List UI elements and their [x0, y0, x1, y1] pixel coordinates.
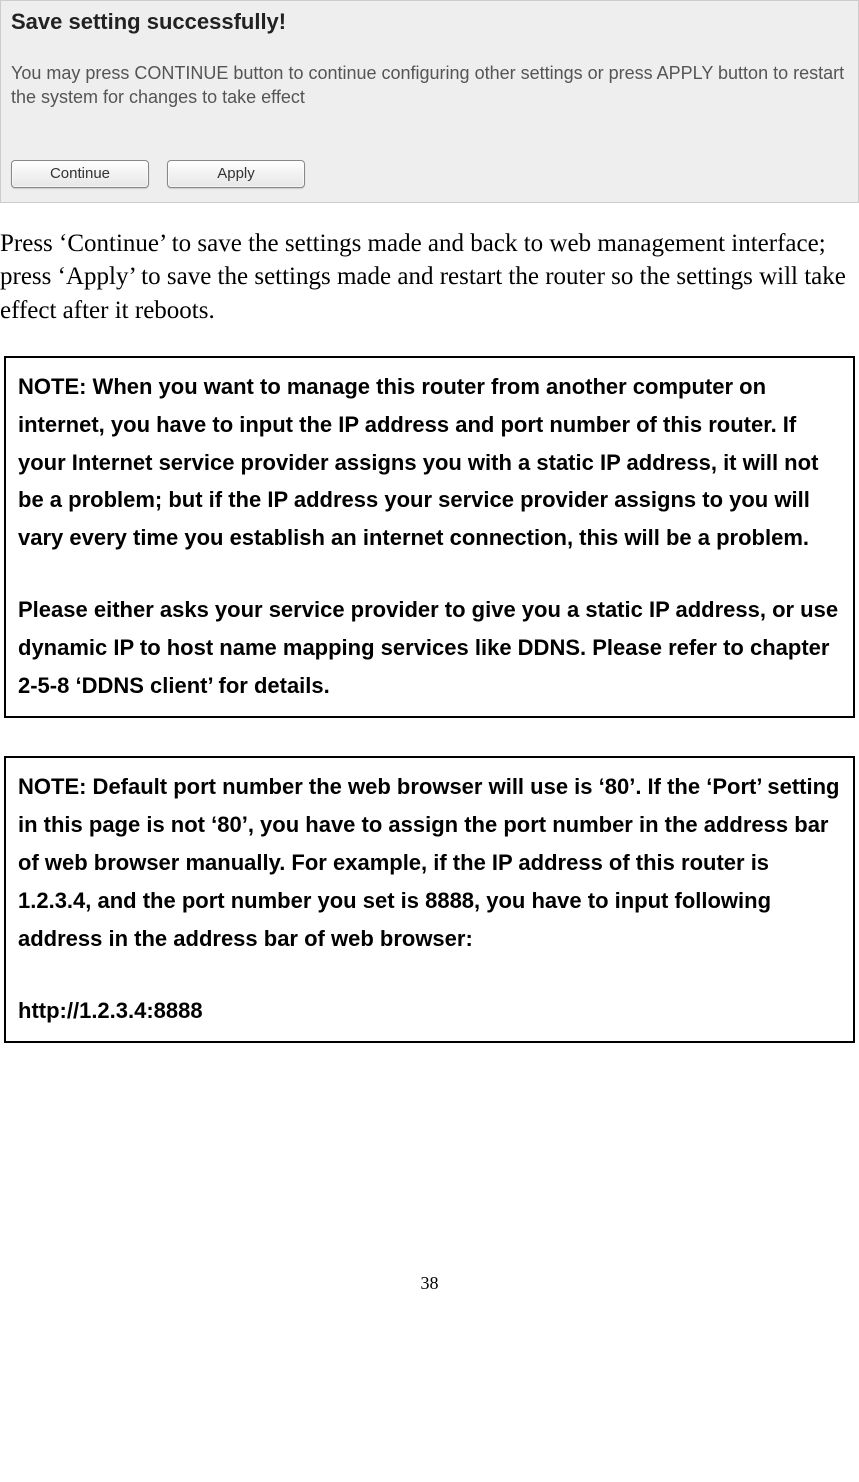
- dialog-title: Save setting successfully!: [11, 9, 848, 35]
- apply-button[interactable]: Apply: [167, 160, 305, 188]
- continue-button[interactable]: Continue: [11, 160, 149, 188]
- save-settings-dialog: Save setting successfully! You may press…: [0, 0, 859, 203]
- note2-paragraph1: NOTE: Default port number the web browse…: [18, 768, 841, 957]
- instruction-paragraph: Press ‘Continue’ to save the settings ma…: [0, 227, 857, 328]
- note2-url: http://1.2.3.4:8888: [18, 992, 841, 1030]
- note-box-2: NOTE: Default port number the web browse…: [4, 756, 855, 1043]
- dialog-button-row: Continue Apply: [11, 160, 848, 188]
- page-number: 38: [0, 1273, 859, 1304]
- note1-paragraph2: Please either asks your service provider…: [18, 591, 841, 704]
- note1-paragraph1: NOTE: When you want to manage this route…: [18, 368, 841, 557]
- dialog-message: You may press CONTINUE button to continu…: [11, 61, 848, 110]
- note-box-1: NOTE: When you want to manage this route…: [4, 356, 855, 719]
